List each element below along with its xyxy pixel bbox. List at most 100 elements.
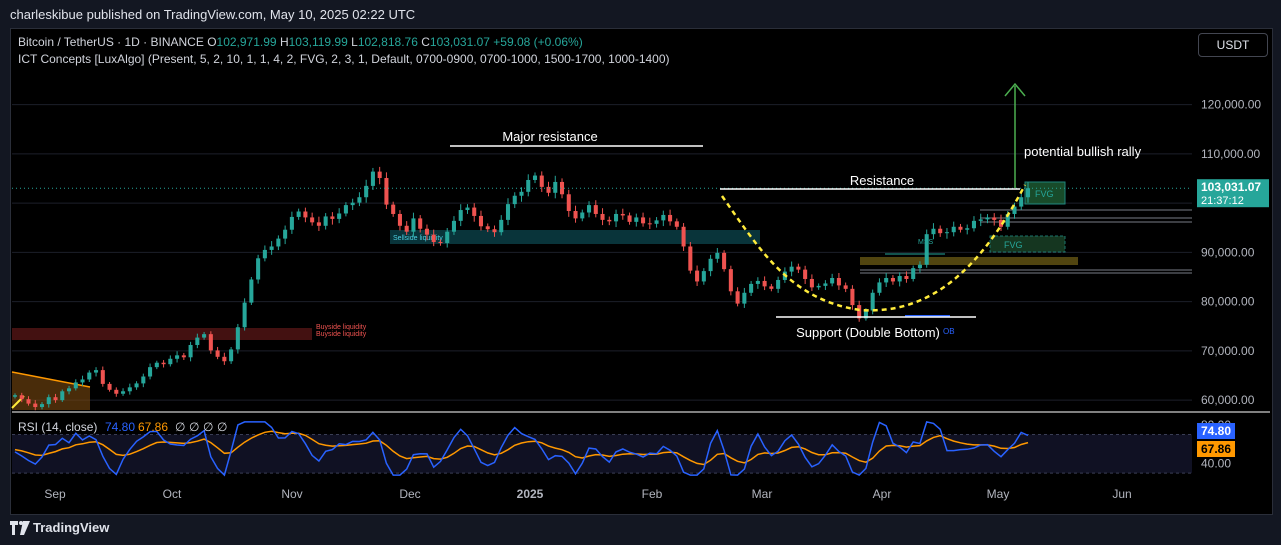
footer-bar — [0, 515, 1281, 545]
candle-body — [789, 266, 794, 272]
candle-body — [715, 252, 720, 259]
candle-body — [755, 280, 760, 284]
price-change: +59.08 (+0.06%) — [493, 35, 583, 49]
rsi-legend-value: 74.80 — [105, 420, 135, 434]
candle-body — [607, 219, 612, 222]
candle-body — [472, 207, 477, 216]
candle-body — [762, 280, 767, 287]
candle-body — [499, 219, 504, 233]
candle-body — [681, 226, 686, 247]
candle-body — [195, 337, 200, 345]
candle-body — [519, 191, 524, 196]
candle-body — [168, 358, 173, 365]
candle-body — [100, 370, 105, 384]
candle-body — [148, 367, 153, 377]
candle-body — [411, 218, 416, 232]
time-tick-label: Mar — [752, 487, 773, 501]
time-axis: Sep Oct Nov Dec 2025 Feb Mar Apr May Jun — [44, 487, 1131, 501]
rsi-ma-label: 67.86 — [1201, 442, 1231, 456]
candle-body — [53, 397, 58, 401]
candle-body — [370, 171, 375, 186]
time-tick-label: 2025 — [517, 487, 544, 501]
candle-body — [175, 355, 180, 359]
candle-body — [1019, 197, 1024, 207]
candle-body — [877, 282, 882, 293]
candle-body — [505, 204, 511, 220]
candle-body — [843, 285, 848, 289]
candle-body — [897, 276, 902, 282]
candle-body — [127, 387, 132, 392]
price-chart[interactable]: Sellside liquidity Buyside liquidityBuysi… — [0, 0, 1281, 545]
candle-body — [384, 178, 389, 205]
fvg-zone-2 — [989, 235, 1066, 253]
rsi-pane: 40.0080.00RSI (14, close)74.8067.86∅∅∅∅7… — [12, 411, 1270, 477]
last-price-label: 103,031.07 — [1201, 180, 1261, 194]
candle-body — [87, 372, 92, 380]
candle-body — [971, 220, 976, 229]
candle-body — [397, 213, 402, 226]
rsi-legend-extra: ∅ — [189, 420, 199, 434]
candle-body — [701, 271, 706, 282]
candle-body — [573, 211, 578, 219]
candle-body — [114, 389, 119, 394]
candle-body — [276, 238, 281, 247]
candle-body — [134, 383, 139, 388]
candle-body — [357, 197, 362, 203]
cup-curve — [720, 184, 1027, 312]
candle-body — [749, 283, 754, 293]
candle-body — [944, 232, 949, 234]
candle-body — [202, 334, 207, 338]
candle-body — [722, 252, 727, 270]
price-tick-label: 70,000.00 — [1201, 344, 1255, 358]
candle-body — [654, 220, 659, 224]
countdown-label: 21:37:12 — [1201, 195, 1244, 207]
candle-body — [951, 226, 956, 233]
candle-body — [627, 215, 632, 222]
candle-body — [816, 285, 821, 288]
price-tick-label: 80,000.00 — [1201, 295, 1255, 309]
price-tick-label: 120,000.00 — [1201, 98, 1261, 112]
candle-body — [12, 395, 18, 397]
currency-button[interactable]: USDT — [1198, 33, 1268, 57]
candle-body — [803, 269, 808, 279]
candle-body — [708, 258, 713, 272]
candle-body — [735, 291, 740, 304]
candle-body — [458, 210, 463, 221]
ohlc-open: O102,971.99 — [207, 35, 277, 49]
candle-body — [283, 229, 288, 239]
candle-body — [1025, 188, 1031, 198]
indicator-legend[interactable]: ICT Concepts [LuxAlgo] (Present, 5, 2, 1… — [18, 52, 670, 66]
candle-body — [256, 258, 261, 280]
candle-body — [39, 404, 45, 408]
candle-body — [870, 292, 875, 311]
candle-body — [431, 234, 436, 243]
candle-body — [526, 179, 531, 192]
candle-body — [641, 217, 646, 224]
ohlc-low: L102,818.76 — [351, 35, 418, 49]
buyside-label-2: Buyside liquidity — [316, 331, 367, 338]
tradingview-logo-icon — [10, 521, 30, 535]
time-tick-label: Sep — [44, 487, 66, 501]
candle-body — [161, 362, 166, 365]
candle-body — [350, 202, 355, 206]
wedge-zone — [12, 372, 90, 410]
candle-body — [73, 382, 78, 389]
candle-body — [208, 334, 213, 351]
candle-body — [445, 231, 450, 244]
candle-body — [958, 226, 963, 230]
candle-body — [695, 270, 700, 282]
candle-body — [478, 215, 484, 227]
rsi-legend-label: RSI (14, close) — [18, 420, 97, 434]
time-tick-label: Nov — [281, 487, 302, 501]
candle-body — [674, 221, 679, 227]
candle-body — [249, 279, 254, 303]
symbol-legend[interactable]: Bitcoin / TetherUS · 1D · BINANCE O102,9… — [18, 35, 583, 49]
time-tick-label: Feb — [642, 487, 663, 501]
buyside-zone — [12, 328, 312, 340]
candle-body — [451, 220, 456, 232]
rally-label: potential bullish rally — [1024, 144, 1142, 159]
candle-body — [688, 246, 693, 271]
candle-body — [80, 379, 85, 383]
time-tick-label: Dec — [399, 487, 420, 501]
candle-body — [823, 283, 828, 286]
